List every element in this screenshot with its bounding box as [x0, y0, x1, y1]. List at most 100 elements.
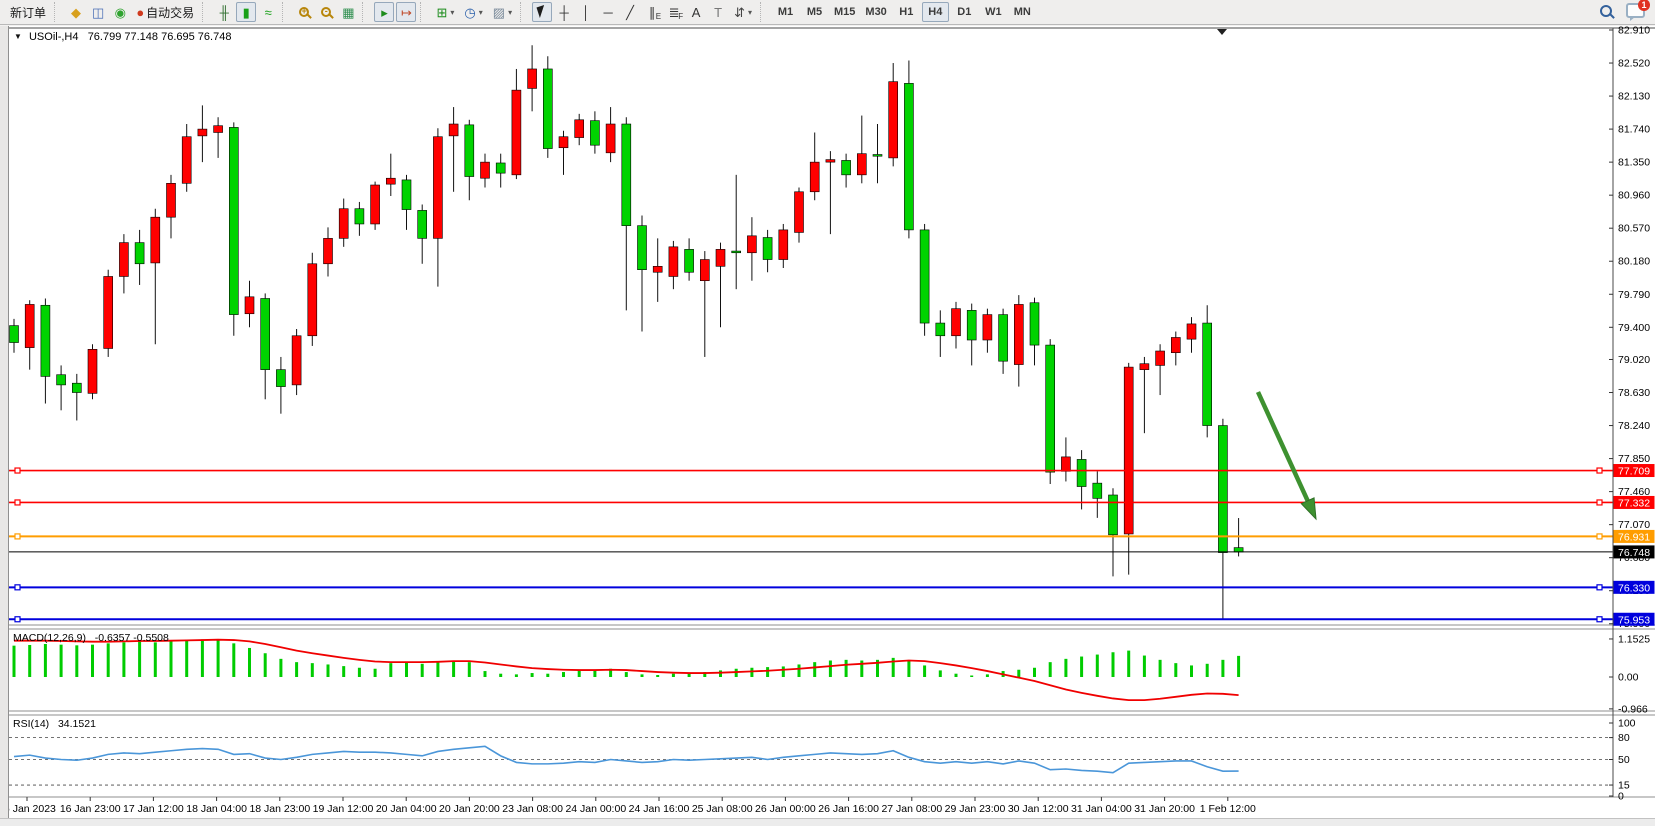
- candle-body: [826, 160, 835, 163]
- axis-tick-label: 50: [1618, 754, 1630, 766]
- arrows-tool-dropdown-icon[interactable]: ▾: [748, 8, 752, 17]
- candle-body: [371, 185, 380, 224]
- candle-body: [653, 266, 662, 272]
- crosshair-icon[interactable]: ┼: [554, 2, 574, 22]
- candle-body: [512, 90, 521, 175]
- candle-body: [433, 137, 442, 239]
- tf-w1[interactable]: W1: [980, 2, 1007, 22]
- tf-m15[interactable]: M15: [830, 2, 859, 22]
- indicators-dropdown-icon[interactable]: ▾: [450, 8, 454, 17]
- auto-scroll-icon[interactable]: ▸: [374, 2, 394, 22]
- candle-body: [700, 260, 709, 281]
- macd-histogram-bar: [311, 663, 314, 677]
- macd-histogram-bar: [201, 639, 204, 677]
- macd-histogram-bar: [122, 642, 125, 677]
- zoom-out-icon[interactable]: -: [316, 2, 336, 22]
- time-axis-label: 20 Jan 04:00: [376, 803, 437, 815]
- macd-histogram-bar: [1143, 656, 1146, 677]
- line-handle[interactable]: [15, 468, 20, 473]
- tf-h4[interactable]: H4: [922, 2, 949, 22]
- macd-histogram-bar: [1017, 670, 1020, 677]
- candle-body: [983, 315, 992, 340]
- zoom-in-icon[interactable]: +: [294, 2, 314, 22]
- templates-icon[interactable]: ▨▾: [489, 2, 516, 22]
- price-label-text: 76.931: [1618, 531, 1650, 543]
- line-handle[interactable]: [15, 585, 20, 590]
- market-watch-icon[interactable]: ◫: [88, 2, 108, 22]
- axis-tick-label: 82.520: [1618, 58, 1650, 70]
- tf-d1[interactable]: D1: [951, 2, 978, 22]
- macd-histogram-bar: [75, 645, 78, 677]
- cursor-icon[interactable]: [532, 2, 552, 22]
- line-handle[interactable]: [15, 500, 20, 505]
- candle-body: [606, 124, 615, 153]
- arrows-tool-icon[interactable]: ⇵▾: [730, 2, 756, 22]
- chart-background: [8, 28, 1655, 797]
- time-axis-label: 23 Jan 08:00: [502, 803, 563, 815]
- line-handle[interactable]: [1597, 468, 1602, 473]
- tile-windows-icon[interactable]: ▦: [338, 2, 358, 22]
- bar-chart-type-icon[interactable]: ╫: [214, 2, 234, 22]
- macd-histogram-bar: [939, 670, 942, 677]
- time-axis-label: 25 Jan 08:00: [692, 803, 753, 815]
- line-handle[interactable]: [1597, 585, 1602, 590]
- label-tool-icon[interactable]: T: [708, 2, 728, 22]
- candle-body: [685, 249, 694, 272]
- macd-histogram-bar: [1033, 668, 1036, 677]
- line-handle[interactable]: [1597, 534, 1602, 539]
- trendline-icon[interactable]: ╱: [620, 2, 640, 22]
- macd-histogram-bar: [295, 662, 298, 677]
- tf-m5[interactable]: M5: [801, 2, 828, 22]
- line-handle[interactable]: [1597, 617, 1602, 622]
- axis-tick-label: 0: [1618, 791, 1624, 803]
- vertical-line-icon[interactable]: │: [576, 2, 596, 22]
- time-axis-label: 18 Jan 23:00: [249, 803, 310, 815]
- candle-body: [1061, 457, 1070, 471]
- macd-histogram-bar: [782, 666, 785, 677]
- macd-histogram-bar: [248, 648, 251, 677]
- line-chart-type-icon[interactable]: ≈: [258, 2, 278, 22]
- candle-body: [355, 209, 364, 224]
- line-handle[interactable]: [1597, 500, 1602, 505]
- new-order-button[interactable]: 新订单: [6, 2, 50, 22]
- signals-icon[interactable]: ◉: [110, 2, 130, 22]
- line-handle[interactable]: [15, 617, 20, 622]
- candle-body: [1093, 483, 1102, 498]
- macd-histogram-bar: [279, 659, 282, 677]
- candle-body: [999, 315, 1008, 362]
- candlestick-type-icon[interactable]: ▮: [236, 2, 256, 22]
- profiles-icon[interactable]: ◆: [66, 2, 86, 22]
- macd-histogram-bar: [170, 641, 173, 677]
- indicators-icon[interactable]: ⊞▾: [432, 2, 458, 22]
- candle-body: [496, 163, 505, 173]
- macd-histogram-bar: [436, 661, 439, 677]
- tf-m30[interactable]: M30: [861, 2, 890, 22]
- axis-tick-label: 1.1525: [1618, 633, 1650, 645]
- chart-shift-icon[interactable]: ↦: [396, 2, 416, 22]
- fibonacci-icon[interactable]: ≣F: [664, 2, 684, 22]
- macd-histogram-bar: [625, 672, 628, 677]
- search-icon[interactable]: [1600, 5, 1612, 17]
- ohlc-values: 76.799 77.148 76.695 76.748: [88, 31, 232, 43]
- toolbar-separator: [362, 2, 370, 22]
- equidistant-channel-icon[interactable]: ∥E: [642, 2, 662, 22]
- candle-body: [104, 276, 113, 348]
- periods-dropdown-icon[interactable]: ▾: [479, 8, 483, 17]
- templates-dropdown-icon[interactable]: ▾: [508, 8, 512, 17]
- chart-menu-triangle-icon[interactable]: ▼: [14, 32, 22, 41]
- line-handle[interactable]: [15, 534, 20, 539]
- tf-mn[interactable]: MN: [1009, 2, 1036, 22]
- axis-tick-label: 80.570: [1618, 223, 1650, 235]
- chart-canvas[interactable]: 82.91082.52082.13081.74081.35080.96080.5…: [0, 26, 1655, 818]
- text-tool-icon[interactable]: A: [686, 2, 706, 22]
- auto-trading-icon[interactable]: ●自动交易: [132, 2, 198, 22]
- macd-histogram-bar: [13, 646, 16, 677]
- tf-m1[interactable]: M1: [772, 2, 799, 22]
- horizontal-line-icon[interactable]: ─: [598, 2, 618, 22]
- candle-body: [732, 251, 741, 253]
- chat-icon[interactable]: 1: [1626, 3, 1645, 18]
- tf-h1[interactable]: H1: [893, 2, 920, 22]
- macd-histogram-bar: [1064, 659, 1067, 677]
- periods-icon[interactable]: ◷▾: [460, 2, 486, 22]
- candle-body: [1140, 364, 1149, 370]
